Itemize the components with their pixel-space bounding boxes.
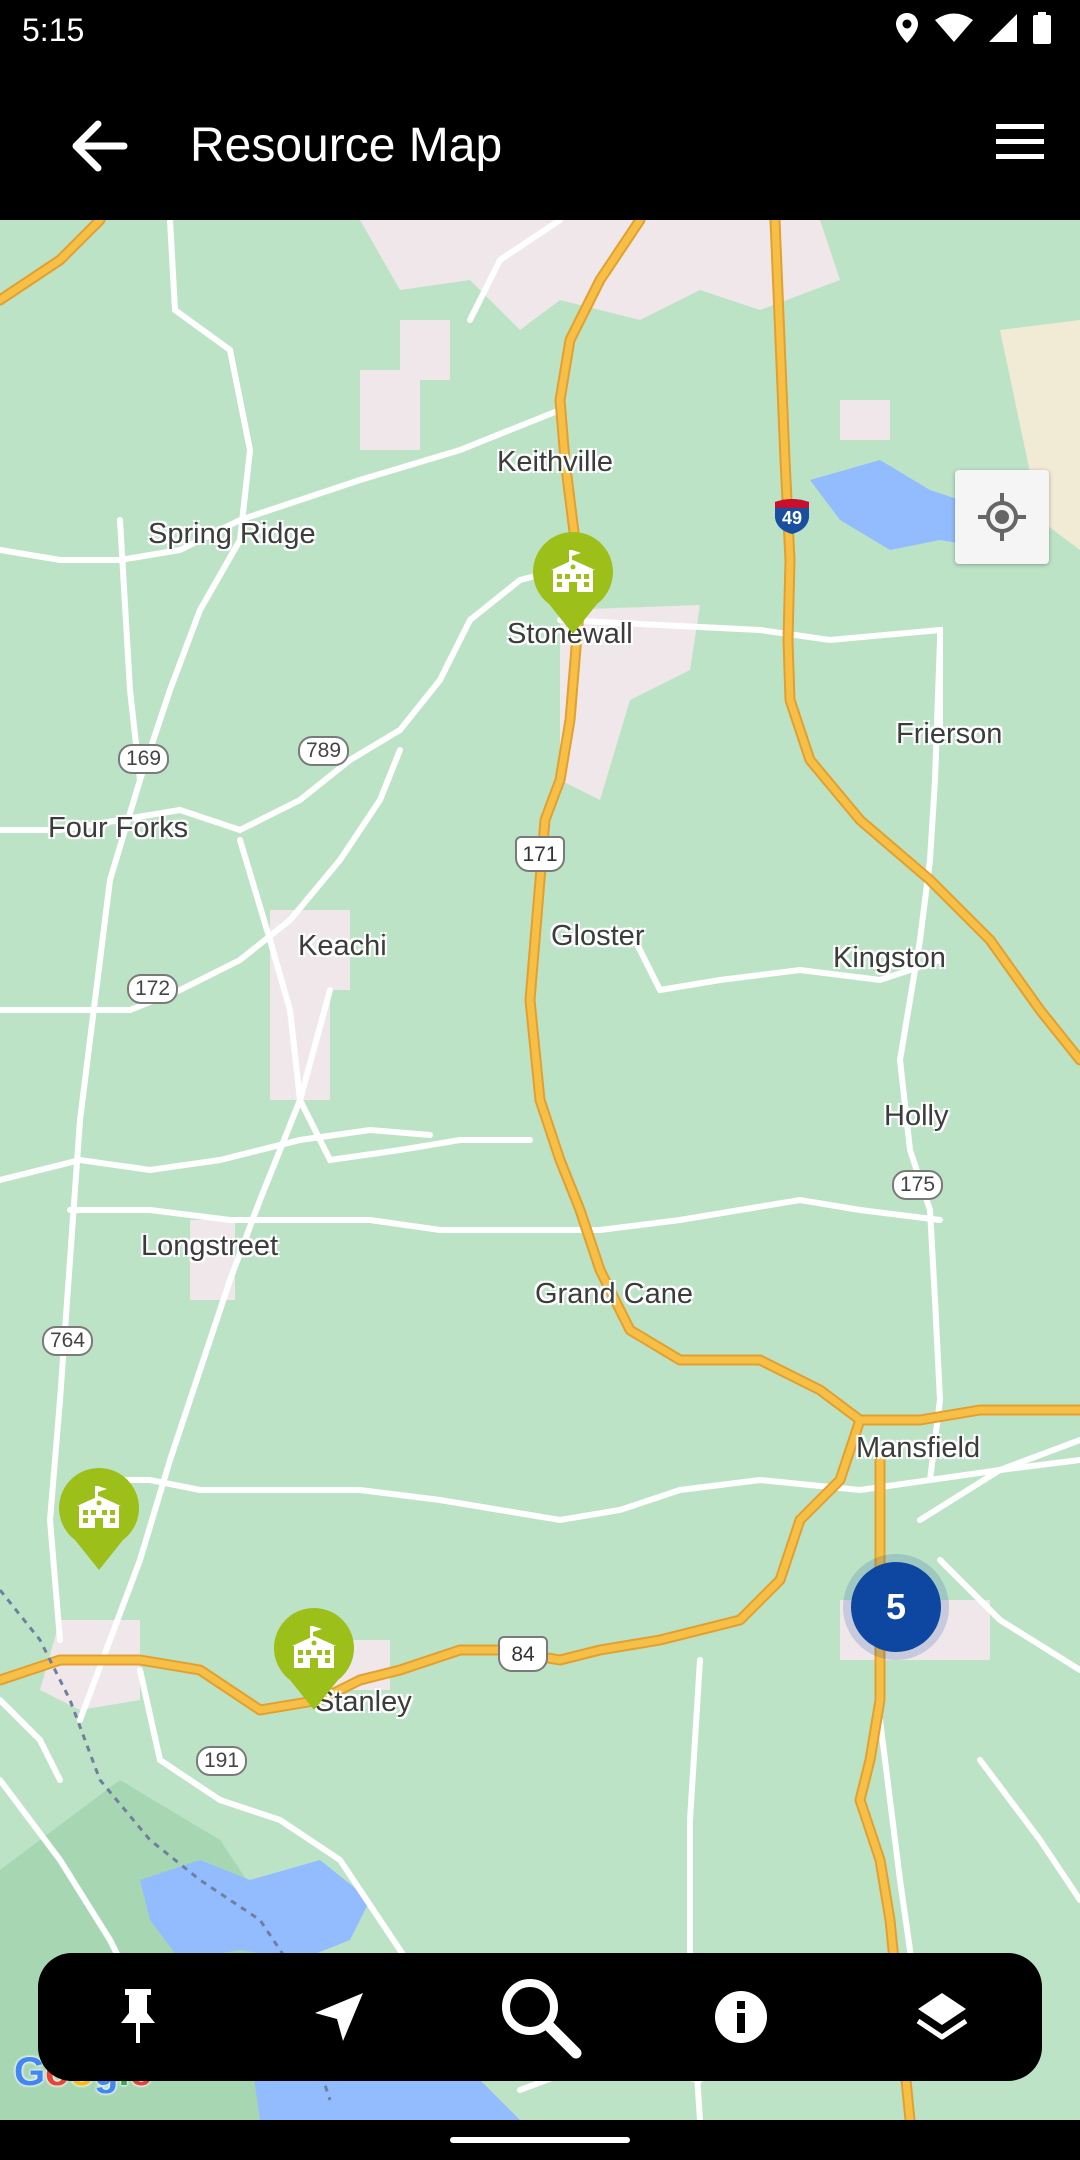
route-shield: 789 (298, 736, 350, 766)
layers-button[interactable] (892, 1967, 992, 2067)
app-bar: Resource Map (0, 66, 1080, 220)
place-label: Grand Cane (535, 1278, 693, 1310)
home-indicator[interactable] (450, 2137, 630, 2143)
school-pin[interactable] (529, 530, 617, 636)
map-view[interactable]: Keithville Spring Ridge Stonewall Friers… (0, 220, 1080, 2120)
navigation-arrow-icon (315, 1993, 364, 2041)
info-icon (714, 1991, 767, 2043)
my-location-button[interactable] (955, 470, 1049, 564)
place-label: Keachi (298, 930, 387, 962)
arrow-left-icon (72, 120, 128, 172)
place-label: Longstreet (141, 1230, 279, 1262)
page-title: Resource Map (190, 119, 503, 172)
location-icon (896, 13, 918, 43)
us-highway-shield: 84 (498, 1636, 548, 1672)
search-icon (501, 1979, 582, 2059)
place-label: Kingston (833, 942, 946, 974)
cluster-count: 5 (851, 1562, 941, 1652)
place-label: Keithville (497, 446, 614, 478)
place-label: Holly (884, 1100, 949, 1132)
place-label: Mansfield (856, 1432, 981, 1464)
place-label: Frierson (896, 718, 1003, 750)
my-location-icon (978, 493, 1026, 541)
school-icon (533, 532, 613, 634)
battery-icon (1033, 12, 1051, 44)
wifi-icon (935, 13, 973, 42)
school-pin[interactable] (270, 1606, 358, 1712)
school-pin[interactable] (55, 1466, 143, 1572)
status-time: 5:15 (22, 12, 85, 48)
layers-icon (916, 1993, 967, 2040)
cluster-marker[interactable]: 5 (843, 1554, 949, 1660)
route-shield: 169 (118, 744, 170, 774)
interstate-shield-label: 49 (781, 508, 803, 528)
pin-button[interactable] (88, 1967, 188, 2067)
back-button[interactable] (64, 110, 136, 182)
route-shield: 191 (196, 1746, 248, 1776)
us-highway-shield: 171 (515, 836, 565, 872)
route-shield: 175 (892, 1170, 944, 1200)
route-shield: 764 (42, 1326, 94, 1356)
school-icon (274, 1608, 354, 1710)
bottom-toolbar (38, 1953, 1042, 2081)
info-button[interactable] (691, 1967, 791, 2067)
navigate-button[interactable] (289, 1967, 389, 2067)
place-label: Spring Ridge (148, 518, 316, 550)
menu-button[interactable] (988, 110, 1052, 174)
pin-icon (121, 1989, 156, 2043)
signal-icon (989, 14, 1017, 42)
place-label: Four Forks (48, 812, 189, 844)
status-bar: 5:15 (0, 0, 1080, 66)
place-label: Gloster (551, 920, 645, 952)
hamburger-menu-icon (996, 124, 1044, 159)
interstate-shield: 49 (773, 498, 811, 534)
school-icon (59, 1468, 139, 1570)
search-button[interactable] (490, 1967, 590, 2067)
route-shield: 172 (127, 974, 179, 1004)
